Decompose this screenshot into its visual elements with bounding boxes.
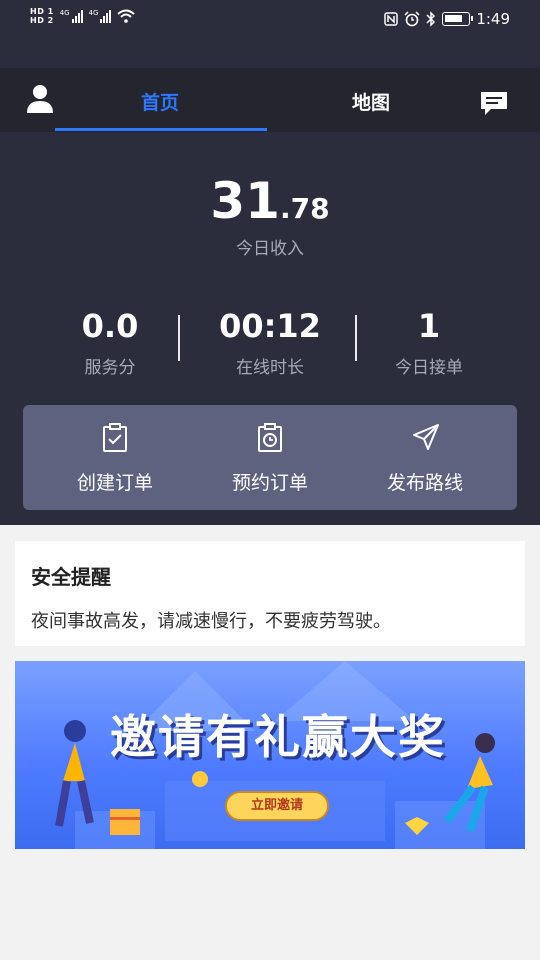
invite-banner[interactable]: 邀请有礼赢大奖 立即邀请 bbox=[15, 661, 525, 849]
top-nav: 首页 地图 bbox=[0, 68, 540, 132]
alarm-icon bbox=[404, 11, 420, 27]
stats-row: 0.0 服务分 00:12 在线时长 1 今日接单 bbox=[0, 305, 540, 380]
clipboard-check-icon bbox=[103, 423, 127, 452]
stat-label: 在线时长 bbox=[236, 358, 304, 378]
action-label: 创建订单 bbox=[76, 472, 153, 494]
stat-value: 1 bbox=[417, 307, 441, 345]
stat-online-time: 00:12 在线时长 bbox=[180, 305, 360, 378]
action-label: 预约订单 bbox=[231, 472, 308, 494]
stat-service-score: 0.0 服务分 bbox=[20, 305, 200, 378]
paper-plane-icon bbox=[413, 424, 439, 450]
bluetooth-icon bbox=[426, 11, 436, 27]
income-decimal: .78 bbox=[279, 192, 330, 225]
user-icon[interactable] bbox=[26, 84, 54, 114]
banner-title: 邀请有礼赢大奖 bbox=[110, 710, 446, 764]
income-label: 今日收入 bbox=[236, 239, 304, 259]
stat-label: 服务分 bbox=[84, 358, 136, 378]
battery-icon bbox=[442, 12, 474, 26]
safety-title: 安全提醒 bbox=[31, 565, 111, 589]
stat-today-orders: 1 今日接单 bbox=[339, 305, 519, 378]
signal-icon-2: 4G bbox=[89, 9, 112, 23]
safety-text: 夜间事故高发，请减速慢行，不要疲劳驾驶。 bbox=[31, 611, 391, 632]
wifi-icon bbox=[117, 9, 136, 23]
stat-value: 0.0 bbox=[81, 307, 139, 345]
tab-map[interactable]: 地图 bbox=[352, 88, 390, 115]
safety-reminder-card: 安全提醒 夜间事故高发，请减速慢行，不要疲劳驾驶。 bbox=[15, 541, 525, 646]
create-order-button[interactable]: 创建订单 bbox=[33, 405, 197, 510]
action-panel: 创建订单 预约订单 发布路线 bbox=[23, 405, 517, 510]
income-integer: 31 bbox=[210, 172, 280, 230]
active-tab-indicator bbox=[55, 128, 267, 131]
status-bar: HD 1 HD 2 4G 4G 1:49 bbox=[0, 0, 540, 40]
sim-labels: HD 1 HD 2 bbox=[30, 7, 54, 25]
clipboard-clock-icon bbox=[258, 423, 282, 452]
header-panel: HD 1 HD 2 4G 4G 1:49 首页 地图 31.78 今日收入 0.… bbox=[0, 0, 540, 525]
tab-home[interactable]: 首页 bbox=[141, 88, 179, 115]
stat-label: 今日接单 bbox=[395, 358, 463, 378]
action-label: 发布路线 bbox=[386, 472, 463, 494]
today-income: 31.78 bbox=[0, 172, 540, 230]
signal-icon: 4G bbox=[60, 9, 83, 23]
nfc-icon bbox=[384, 12, 399, 26]
publish-route-button[interactable]: 发布路线 bbox=[343, 405, 507, 510]
invite-now-button[interactable]: 立即邀请 bbox=[225, 791, 329, 821]
message-icon[interactable] bbox=[479, 90, 509, 116]
stat-value: 00:12 bbox=[219, 307, 321, 345]
status-time: 1:49 bbox=[476, 10, 510, 28]
reserve-order-button[interactable]: 预约订单 bbox=[188, 405, 352, 510]
